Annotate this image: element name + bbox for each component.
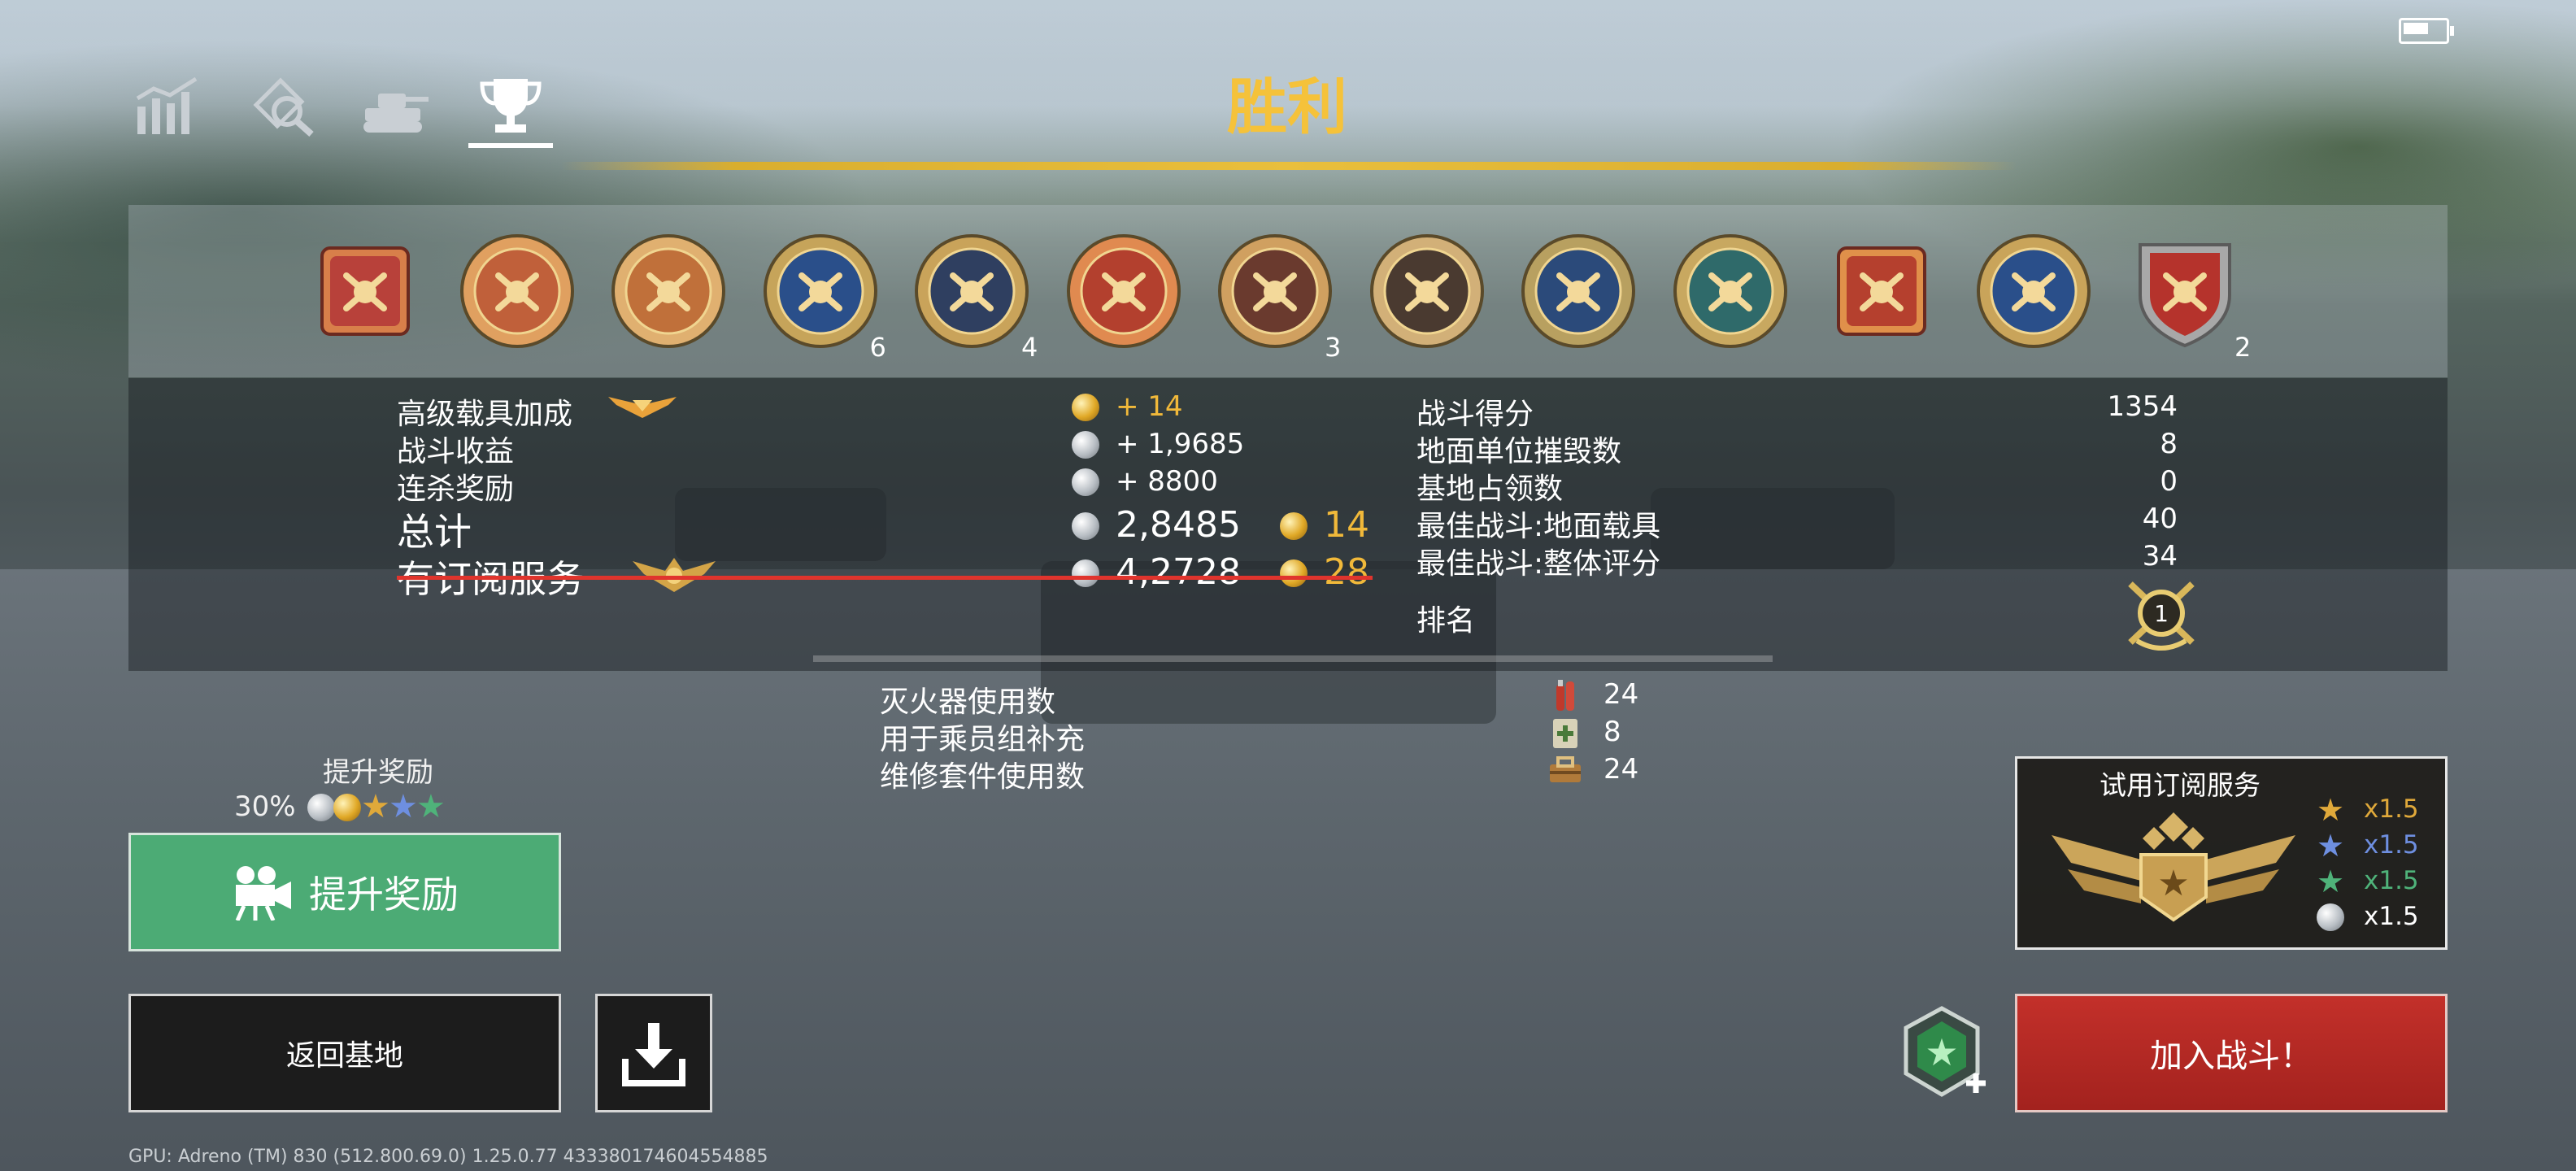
rank-value: 1 — [2154, 600, 2169, 627]
download-icon — [622, 1023, 685, 1086]
svg-text:★: ★ — [1925, 1030, 1958, 1074]
blue-star-icon: ★ — [2317, 828, 2345, 864]
extinguisher-icon — [1547, 677, 1584, 714]
stat-label: 最佳战斗:地面载具 — [1416, 510, 1661, 543]
rank-label: 排名 — [1416, 604, 1476, 638]
subscription-gold: 28 — [1324, 551, 1369, 593]
total-gold: 14 — [1324, 504, 1369, 546]
trophy-icon[interactable] — [470, 68, 551, 143]
total-label: 总计 — [397, 510, 472, 554]
boost-reward-button-label: 提升奖励 — [309, 873, 459, 916]
medal-axe-icon[interactable] — [456, 230, 578, 352]
trial-subscription-panel[interactable]: 试用订阅服务 ★ ★ x1.5 ★ x1.5 ★ x1.5 x1.5 — [2015, 756, 2448, 950]
subscription-emblem-icon: ★ — [2052, 812, 2295, 922]
gold-coin-icon — [1280, 512, 1308, 540]
download-replay-button[interactable] — [595, 994, 712, 1112]
subscription-strikethrough — [397, 576, 1373, 580]
rank-badge-icon: 1 — [2128, 581, 2195, 651]
stat-label: 最佳战斗:整体评分 — [1416, 547, 1661, 581]
multiplier-value: x1.5 — [2364, 830, 2419, 860]
medal-stars-icon[interactable] — [1517, 230, 1639, 352]
medal-count: 4 — [1021, 332, 1038, 363]
consumable-value: 8 — [1603, 716, 1621, 748]
consumable-value: 24 — [1603, 753, 1639, 786]
green-star-icon: ★ — [416, 788, 446, 825]
battle-income-label: 战斗收益 — [397, 435, 515, 468]
battery-icon — [2399, 18, 2454, 44]
medal-soldier-icon[interactable] — [1366, 230, 1488, 352]
silver-coin-icon — [1072, 468, 1099, 496]
gold-coin-icon — [1280, 559, 1308, 587]
title-divider — [561, 162, 2017, 170]
toolbox-icon — [1547, 751, 1584, 789]
medal-vehicles-icon[interactable] — [1063, 230, 1185, 352]
subscription-silver: 4,2728 — [1116, 551, 1241, 593]
stat-value: 0 — [2160, 465, 2178, 498]
total-silver: 2,8485 — [1116, 504, 1241, 546]
green-star-icon: ★ — [2317, 864, 2345, 899]
return-base-button[interactable]: 返回基地 — [128, 994, 561, 1112]
silver-coin-icon — [307, 794, 335, 821]
stat-value: 40 — [2142, 503, 2178, 535]
gold-coin-icon — [333, 794, 361, 821]
medal-count: 6 — [869, 332, 886, 363]
consumable-label: 维修套件使用数 — [880, 760, 1086, 794]
multiplier-value: x1.5 — [2364, 902, 2419, 931]
video-camera-icon — [235, 866, 291, 921]
stat-value: 1354 — [2107, 390, 2178, 423]
medal-dagger-icon[interactable] — [911, 230, 1033, 352]
blue-star-icon: ★ — [389, 788, 418, 825]
medal-fist-icon[interactable] — [1973, 230, 2095, 352]
multiplier-value: x1.5 — [2364, 866, 2419, 895]
join-battle-button[interactable]: 加入战斗！ — [2015, 994, 2448, 1112]
consumable-value: 24 — [1603, 678, 1639, 711]
medal-crossed-swords-icon[interactable] — [1214, 230, 1336, 352]
silver-coin-icon — [1072, 431, 1099, 459]
consumable-label: 灭火器使用数 — [880, 686, 1056, 719]
boost-reward-button[interactable]: 提升奖励 — [128, 833, 561, 951]
silver-coin-icon — [1072, 559, 1099, 587]
stat-label: 基地占领数 — [1416, 472, 1564, 506]
silver-coin-icon — [1072, 512, 1099, 540]
svg-text:★: ★ — [2157, 863, 2189, 904]
premium-wings-icon — [608, 397, 677, 418]
medal-tank-icon[interactable] — [607, 230, 729, 352]
active-tab-indicator — [468, 143, 553, 148]
trial-title: 试用订阅服务 — [2100, 769, 2261, 801]
stat-value: 8 — [2160, 428, 2178, 460]
boost-percent: 30% — [234, 790, 296, 823]
stat-label: 地面单位摧毁数 — [1416, 435, 1622, 468]
join-battle-label: 加入战斗！ — [2150, 1038, 2313, 1075]
medal-letter-a-icon[interactable] — [1821, 230, 1943, 352]
streak-bonus-silver: + 8800 — [1116, 465, 1218, 498]
inspect-icon[interactable] — [242, 68, 324, 143]
stats-icon[interactable] — [127, 68, 208, 143]
gold-star-icon: ★ — [2317, 792, 2345, 828]
gold-star-icon: ★ — [361, 788, 390, 825]
medal-laurel-icon[interactable] — [304, 230, 426, 352]
gpu-info: GPU: Adreno (TM) 830 (512.800.69.0) 1.25… — [128, 1147, 768, 1167]
premium-bonus-label: 高级载具加成 — [397, 398, 573, 431]
consumable-label: 用于乘员组补充 — [880, 723, 1086, 756]
battle-income-silver: + 1,9685 — [1116, 428, 1245, 460]
multiplier-value: x1.5 — [2364, 794, 2419, 824]
first-aid-icon — [1547, 714, 1584, 751]
medal-shield-swords-icon[interactable] — [2124, 230, 2246, 352]
boost-title: 提升奖励 — [323, 756, 433, 789]
medal-armor-icon[interactable] — [1669, 230, 1791, 352]
tank-icon[interactable] — [355, 68, 436, 143]
rank-up-medal-icon[interactable]: ★ — [1903, 1005, 1987, 1103]
medal-grenade-icon[interactable] — [759, 230, 881, 352]
medal-count: 3 — [1325, 332, 1342, 363]
stat-value: 34 — [2142, 540, 2178, 572]
stat-label: 战斗得分 — [1416, 398, 1534, 431]
premium-bonus-gold: + 14 — [1116, 390, 1183, 423]
subscription-wings-icon — [633, 558, 716, 592]
streak-bonus-label: 连杀奖励 — [397, 472, 515, 506]
page-title: 胜利 — [1227, 72, 1347, 142]
medal-count: 2 — [2234, 332, 2252, 363]
section-divider — [813, 655, 1773, 662]
gold-coin-icon — [1072, 394, 1099, 421]
return-base-label: 返回基地 — [285, 1039, 403, 1073]
